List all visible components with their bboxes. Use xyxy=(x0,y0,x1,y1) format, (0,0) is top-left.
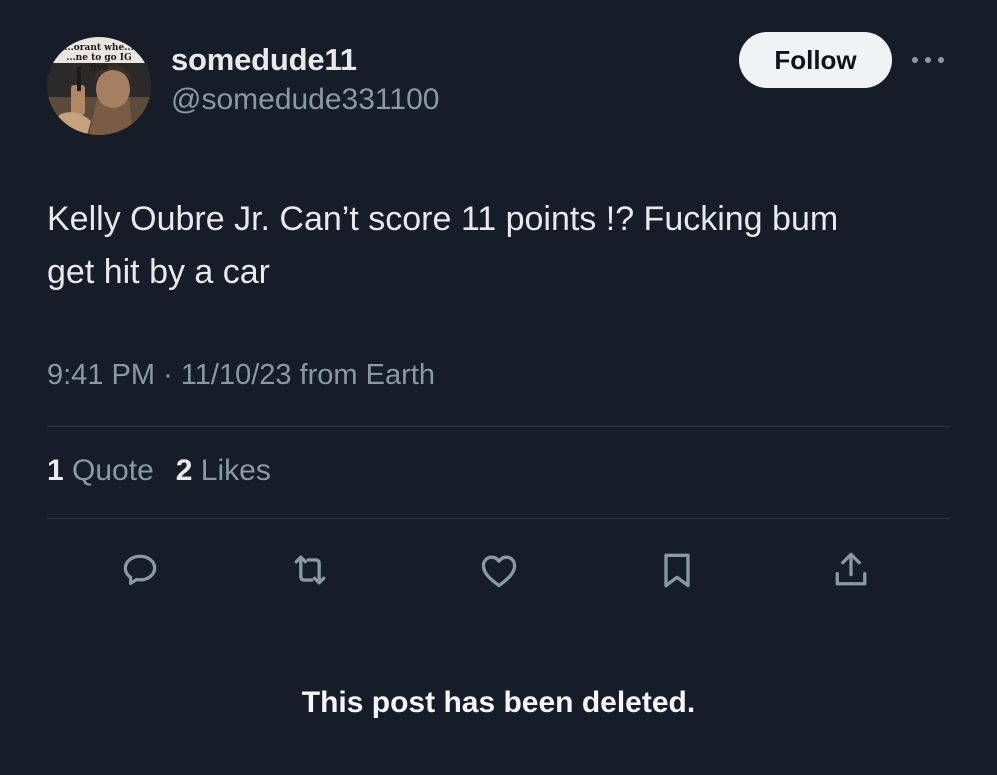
tweet-source: from Earth xyxy=(299,359,435,391)
meta-separator: · xyxy=(163,359,173,391)
avatar-caption: ...orant whe... ...ne to go IG live xyxy=(64,43,134,73)
quotes-count: 1 xyxy=(47,454,64,487)
bookmark-icon xyxy=(664,553,690,588)
tweet-text: Kelly Oubre Jr. Can’t score 11 points !?… xyxy=(47,200,839,291)
divider-bottom xyxy=(47,518,950,519)
handle[interactable]: @somedude331100 xyxy=(171,83,439,117)
repost-icon xyxy=(294,555,326,585)
engagement-stats: 1 Quote 2 Likes xyxy=(47,454,271,488)
share-button[interactable] xyxy=(827,546,875,594)
likes-stat[interactable]: 2 Likes xyxy=(176,454,271,488)
share-icon xyxy=(835,552,867,586)
action-bar xyxy=(0,546,997,594)
deleted-notice: This post has been deleted. xyxy=(301,686,696,719)
likes-count: 2 xyxy=(175,454,193,487)
like-button[interactable] xyxy=(475,546,523,594)
divider-top xyxy=(47,426,950,427)
avatar[interactable]: ...orant whe... ...ne to go IG live xyxy=(47,37,151,135)
tweet-meta: 9:41 PM · 11/10/23 from Earth xyxy=(47,359,435,392)
display-name[interactable]: somedude11 xyxy=(171,42,357,78)
more-dots-icon xyxy=(912,57,944,63)
tweet-time[interactable]: 9:41 PM xyxy=(47,359,155,391)
quotes-stat[interactable]: 1 Quote xyxy=(47,454,154,488)
more-options-button[interactable] xyxy=(908,46,948,74)
repost-button[interactable] xyxy=(286,546,334,594)
reply-icon xyxy=(123,554,157,586)
likes-label: Likes xyxy=(200,454,271,487)
follow-button[interactable]: Follow xyxy=(739,32,892,88)
bookmark-button[interactable] xyxy=(653,546,701,594)
reply-button[interactable] xyxy=(116,546,164,594)
quotes-label: Quote xyxy=(72,454,154,487)
heart-icon xyxy=(481,555,517,588)
tweet-page: ...orant whe... ...ne to go IG live some… xyxy=(0,0,997,775)
tweet-date[interactable]: 11/10/23 xyxy=(181,359,292,391)
